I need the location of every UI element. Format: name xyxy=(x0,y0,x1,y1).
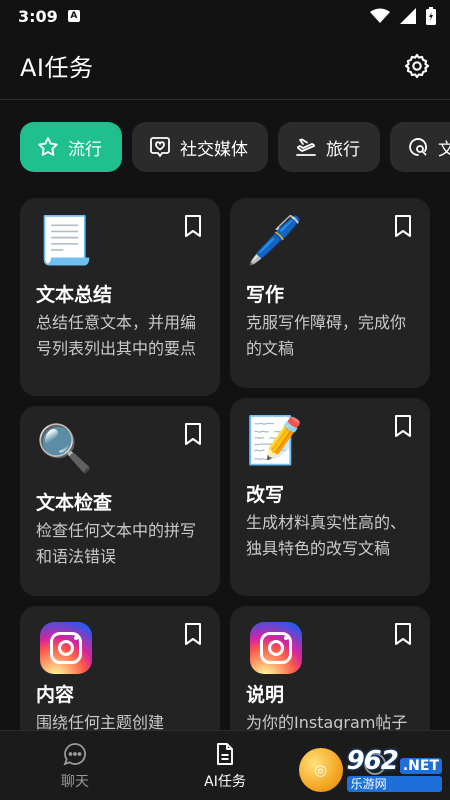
site-watermark: ◎ 962 .NET 乐游网 xyxy=(298,746,442,792)
bookmark-icon[interactable] xyxy=(182,422,204,446)
pen-icon: 🖊️ xyxy=(246,213,304,267)
task-card-caption[interactable]: 说明 为你的Instagram帖子 xyxy=(230,606,430,730)
notification-app-icon: A xyxy=(67,10,80,22)
task-card-rewrite[interactable]: 📝 改写 生成材料真实性高的、独具特色的改写文稿 xyxy=(230,398,430,596)
instagram-icon xyxy=(40,622,92,674)
memo-icon: 📝 xyxy=(246,413,304,467)
card-description: 克服写作障碍，完成你的文稿 xyxy=(246,313,407,358)
star-icon xyxy=(38,137,58,156)
watermark-logo-icon: ◎ xyxy=(298,748,343,792)
gear-icon xyxy=(404,53,430,78)
chip-popular[interactable]: 流行 xyxy=(20,122,122,172)
card-title: 写作 xyxy=(246,284,285,306)
task-card-content[interactable]: 内容 围绕任何主题创建 xyxy=(20,606,220,730)
card-description: 检查任何文本中的拼写和语法错误 xyxy=(36,521,197,566)
nav-chat[interactable]: 聊天 xyxy=(0,731,150,800)
card-description: 围绕任何主题创建 xyxy=(36,713,165,730)
page-title: AI任务 xyxy=(20,54,94,82)
bookmark-icon[interactable] xyxy=(392,214,414,238)
task-card-writing[interactable]: 🖊️ 写作 克服写作障碍，完成你的文稿 xyxy=(230,198,430,388)
card-title: 文本总结 xyxy=(36,284,113,306)
category-chips: 流行 社交媒体 旅行 文 xyxy=(20,122,450,172)
instagram-icon xyxy=(250,622,302,674)
battery-icon xyxy=(426,7,436,25)
chip-more-category[interactable]: 文 xyxy=(390,122,450,172)
bookmark-icon[interactable] xyxy=(392,414,414,438)
chip-label: 社交媒体 xyxy=(180,139,248,160)
status-time: 3:09 xyxy=(18,6,58,26)
bookmark-icon[interactable] xyxy=(392,622,414,646)
heart-bubble-icon xyxy=(150,137,170,157)
nav-ai-tasks[interactable]: AI任务 xyxy=(150,731,300,800)
nav-label: 聊天 xyxy=(61,773,89,790)
card-title: 文本检查 xyxy=(36,492,113,514)
card-description: 总结任意文本，并用编号列表列出其中的要点 xyxy=(36,313,197,358)
bookmark-icon[interactable] xyxy=(182,214,204,238)
card-title: 说明 xyxy=(246,684,285,706)
task-grid: 📃 文本总结 总结任意文本，并用编号列表列出其中的要点 🖊️ 写作 克服写作障碍… xyxy=(20,198,430,730)
search-bubble-icon xyxy=(409,138,427,156)
watermark-net: .NET xyxy=(399,758,442,774)
app-header: AI任务 xyxy=(0,32,450,100)
status-bar: 3:09 A xyxy=(0,0,450,32)
settings-button[interactable] xyxy=(400,49,434,83)
scroll-document-icon: 📃 xyxy=(36,213,94,267)
chip-label: 文 xyxy=(438,139,450,160)
watermark-number: 962 xyxy=(346,746,399,776)
card-description: 为你的Instagram帖子 xyxy=(246,713,408,730)
plane-icon xyxy=(296,138,316,156)
chip-label: 流行 xyxy=(68,139,102,160)
chip-travel[interactable]: 旅行 xyxy=(278,122,380,172)
card-description: 生成材料真实性高的、独具特色的改写文稿 xyxy=(246,513,407,558)
task-card-text-check[interactable]: 🔍 文本检查 检查任何文本中的拼写和语法错误 xyxy=(20,406,220,596)
chip-social-media[interactable]: 社交媒体 xyxy=(132,122,268,172)
signal-icon xyxy=(400,8,416,24)
magnifier-icon: 🔍 xyxy=(36,421,94,475)
status-icons xyxy=(370,7,436,25)
chat-icon xyxy=(63,742,86,766)
nav-label: AI任务 xyxy=(204,773,246,790)
bookmark-icon[interactable] xyxy=(182,622,204,646)
watermark-sub: 乐游网 xyxy=(346,776,442,792)
card-title: 改写 xyxy=(246,484,285,506)
document-icon xyxy=(217,742,233,765)
chip-label: 旅行 xyxy=(326,139,360,160)
task-card-summarize[interactable]: 📃 文本总结 总结任意文本，并用编号列表列出其中的要点 xyxy=(20,198,220,396)
wifi-icon xyxy=(370,8,390,23)
card-title: 内容 xyxy=(36,684,75,706)
